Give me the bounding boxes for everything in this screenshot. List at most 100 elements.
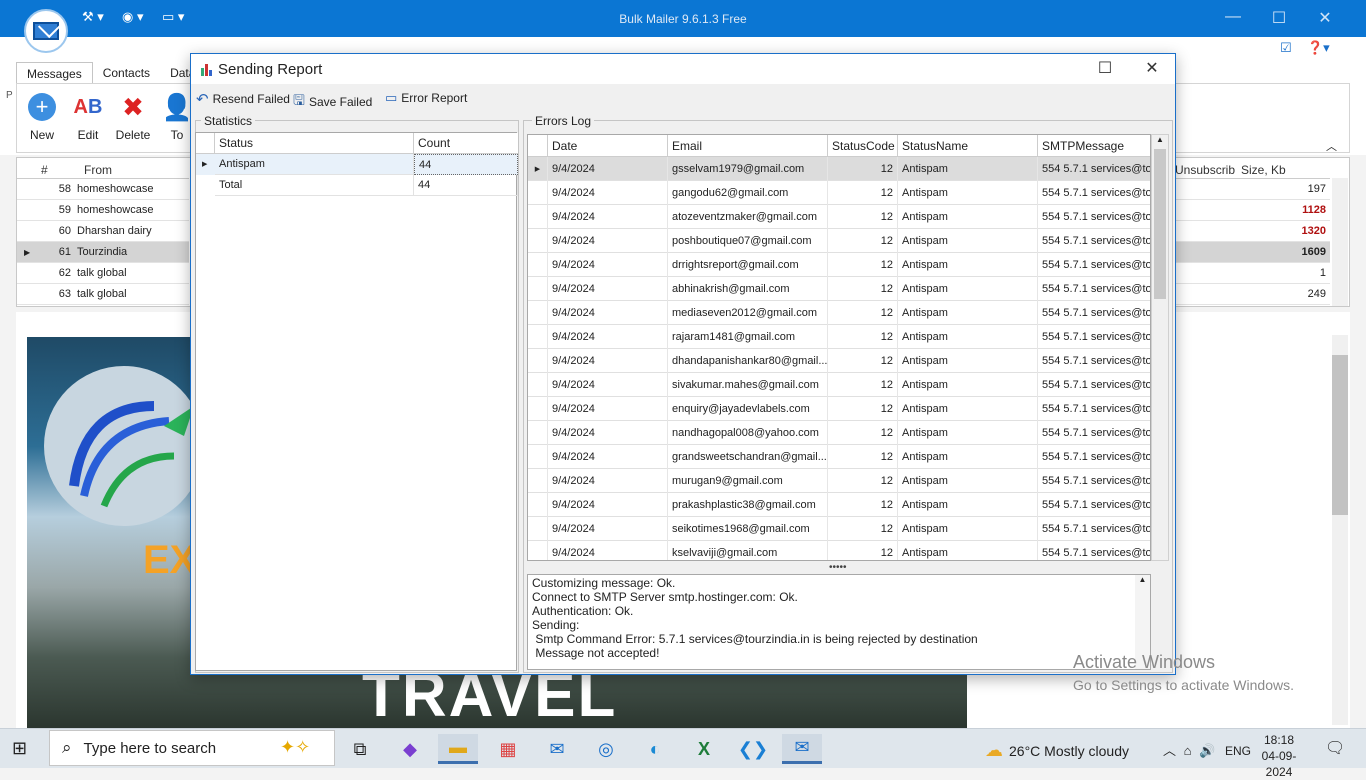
table-row[interactable]: 9/4/2024 poshboutique07@gmail.com 12 Antisp…	[528, 228, 1150, 253]
table-row[interactable]: 9/4/2024 drrightsreport@gmail.com 12 Antisp…	[528, 252, 1150, 277]
splitter-handle[interactable]: •••••	[829, 562, 847, 573]
code-cell: 12	[828, 300, 898, 325]
task-view-icon[interactable]: ⧉	[340, 734, 380, 764]
app-maximize-button[interactable]: ☐	[1256, 8, 1302, 28]
table-row[interactable]: 9/4/2024 sivakumar.mahes@gmail.com 12 Antis…	[528, 372, 1150, 397]
table-row[interactable]: 60 Dharshan dairy	[17, 221, 189, 242]
table-row[interactable]: 9/4/2024 abhinakrish@gmail.com 12 Antispam 5…	[528, 276, 1150, 301]
grid-scrollbar[interactable]	[1332, 178, 1348, 306]
dialog-maximize-button[interactable]: ☐	[1087, 58, 1123, 78]
col-statusname[interactable]: StatusName	[898, 135, 1038, 157]
col-unsubscribe[interactable]: Unsubscrib...	[1175, 163, 1235, 177]
table-row[interactable]: 9/4/2024 atozeventzmaker@gmail.com 12 Antis…	[528, 204, 1150, 229]
tab-contacts[interactable]: Contacts	[93, 62, 160, 84]
chevron-up-icon[interactable]: ︿	[1163, 743, 1176, 758]
clock[interactable]: 18:18 04-09-2024	[1254, 732, 1304, 780]
edit-button[interactable]: AB Edit	[66, 90, 110, 143]
table-row-selected[interactable]: 61 Tourzindia	[17, 242, 189, 263]
col-date[interactable]: Date	[548, 135, 668, 157]
app-minimize-button[interactable]: —	[1210, 8, 1256, 26]
windows-start-icon[interactable]: ⊞	[12, 738, 27, 759]
table-row[interactable]: 9/4/2024 prakashplastic38@gmail.com 12 Anti…	[528, 492, 1150, 517]
errors-scrollbar[interactable]: ▲	[1151, 134, 1169, 561]
check-icon[interactable]: ☑	[1280, 40, 1292, 56]
template-menu-icon[interactable]: ◉ ▾	[122, 9, 143, 25]
email-cell: seikotimes1968@gmail.com	[668, 516, 828, 541]
app-logo[interactable]	[24, 9, 68, 53]
table-row[interactable]: 9/4/2024 mediaseven2012@gmail.com 12 Antisp…	[528, 300, 1150, 325]
new-label: New	[29, 128, 54, 142]
file-explorer-icon[interactable]: ▬	[438, 734, 478, 764]
col-statuscode[interactable]: StatusCode	[828, 135, 898, 157]
email-cell: gsselvam1979@gmail.com	[668, 156, 828, 181]
error-report-button[interactable]: ▭ Error Report	[385, 90, 467, 106]
monitor-menu-icon[interactable]: ▭ ▾	[162, 9, 184, 25]
tools-menu-icon[interactable]: ⚒ ▾	[82, 9, 104, 25]
table-row[interactable]: 62 talk global	[17, 263, 189, 284]
new-button[interactable]: + New	[20, 90, 64, 142]
table-row-selected[interactable]: ▶ Antispam 44	[196, 154, 518, 175]
email-cell: kselvaviji@gmail.com	[668, 540, 828, 560]
app-close-button[interactable]: ✕	[1302, 8, 1348, 28]
row-indicator	[528, 492, 548, 517]
col-from[interactable]: From	[84, 163, 112, 177]
to-button[interactable]: 👤 To	[166, 90, 188, 143]
count-cell[interactable]: 44	[414, 154, 518, 175]
date-cell: 9/4/2024	[548, 300, 668, 325]
table-row[interactable]: 9/4/2024 enquiry@jayadevlabels.com 12 Antis…	[528, 396, 1150, 421]
store-icon[interactable]: ▦	[488, 734, 528, 764]
vscode-icon[interactable]: ❮❯	[733, 734, 773, 764]
resend-failed-button[interactable]: ↶ Resend Failed	[196, 90, 290, 108]
preview-scrollbar[interactable]	[1332, 335, 1348, 725]
row-indicator	[528, 204, 548, 229]
table-row[interactable]: 9/4/2024 grandsweetschandran@gmail... 12 An…	[528, 444, 1150, 469]
col-size[interactable]: Size, Kb	[1241, 163, 1286, 177]
notification-icon[interactable]: 🗨	[1325, 738, 1345, 758]
table-row[interactable]: 58 homeshowcase	[17, 179, 189, 200]
email-cell: nandhagopal008@yahoo.com	[668, 420, 828, 445]
weather-widget[interactable]: ☁ 26°C Mostly cloudy	[985, 740, 1129, 761]
help-icon[interactable]: ❓▾	[1307, 40, 1330, 56]
col-num[interactable]: #	[41, 163, 48, 177]
weather-text: 26°C Mostly cloudy	[1009, 742, 1129, 759]
col-email[interactable]: Email	[668, 135, 828, 157]
taskbar-search[interactable]: ⌕ Type here to search ✦✧	[49, 730, 335, 766]
network-icon[interactable]: ⌂	[1184, 743, 1192, 758]
table-row[interactable]: 9/4/2024 seikotimes1968@gmail.com 12 Antisp…	[528, 516, 1150, 541]
code-cell: 12	[828, 228, 898, 253]
collapse-ribbon-icon[interactable]: ︿	[1326, 138, 1337, 154]
col-count[interactable]: Count	[414, 133, 518, 154]
log-line: Authentication: Ok.	[532, 604, 634, 618]
chrome-icon[interactable]: ◎	[586, 734, 626, 764]
col-status[interactable]: Status	[215, 133, 414, 154]
email-cell: rajaram1481@gmail.com	[668, 324, 828, 349]
table-row[interactable]: 59 homeshowcase	[17, 200, 189, 221]
table-row[interactable]: 9/4/2024 gangodu62@gmail.com 12 Antispam 554…	[528, 180, 1150, 205]
table-row[interactable]: 9/4/2024 dhandapanishankar80@gmail... 12 An…	[528, 348, 1150, 373]
table-row[interactable]: 9/4/2024 kselvaviji@gmail.com 12 Antispam 55…	[528, 540, 1150, 560]
grid-header-left: # From	[17, 160, 189, 179]
table-row[interactable]: Total 44	[196, 175, 518, 196]
copilot-icon[interactable]: ◆	[390, 734, 430, 764]
edge-icon[interactable]: ◐	[635, 734, 675, 764]
dialog-close-button[interactable]: ✕	[1134, 58, 1170, 78]
table-row[interactable]: 63 talk global	[17, 284, 189, 305]
excel-icon[interactable]: X	[684, 734, 724, 764]
col-smtpmessage[interactable]: SMTPMessage	[1038, 135, 1150, 157]
mail-icon[interactable]: ✉	[537, 734, 577, 764]
log-line: Smtp Command Error: 5.7.1 services@tourz…	[532, 632, 978, 646]
tab-messages[interactable]: Messages	[16, 62, 93, 84]
delete-button[interactable]: ✖ Delete	[111, 90, 155, 143]
clock-date: 04-09-2024	[1261, 749, 1297, 779]
report-icon: ▭	[385, 90, 398, 105]
table-row[interactable]: 9/4/2024 murugan9@gmail.com 12 Antispam 554 …	[528, 468, 1150, 493]
ribbon-tabs: Messages Contacts Data S	[16, 62, 217, 84]
language-indicator[interactable]: ENG	[1225, 744, 1251, 758]
size-cell: 1320	[1175, 221, 1330, 242]
table-row-selected[interactable]: ▶ 9/4/2024 gsselvam1979@gmail.com 12 Antispa…	[528, 156, 1150, 181]
table-row[interactable]: 9/4/2024 rajaram1481@gmail.com 12 Antispam 5…	[528, 324, 1150, 349]
table-row[interactable]: 9/4/2024 nandhagopal008@yahoo.com 12 Antisp…	[528, 420, 1150, 445]
volume-icon[interactable]: 🔊	[1199, 743, 1215, 758]
bulk-mailer-taskbar-icon[interactable]: ✉	[782, 734, 822, 764]
save-failed-button[interactable]: 🖫 Save Failed	[293, 90, 372, 114]
